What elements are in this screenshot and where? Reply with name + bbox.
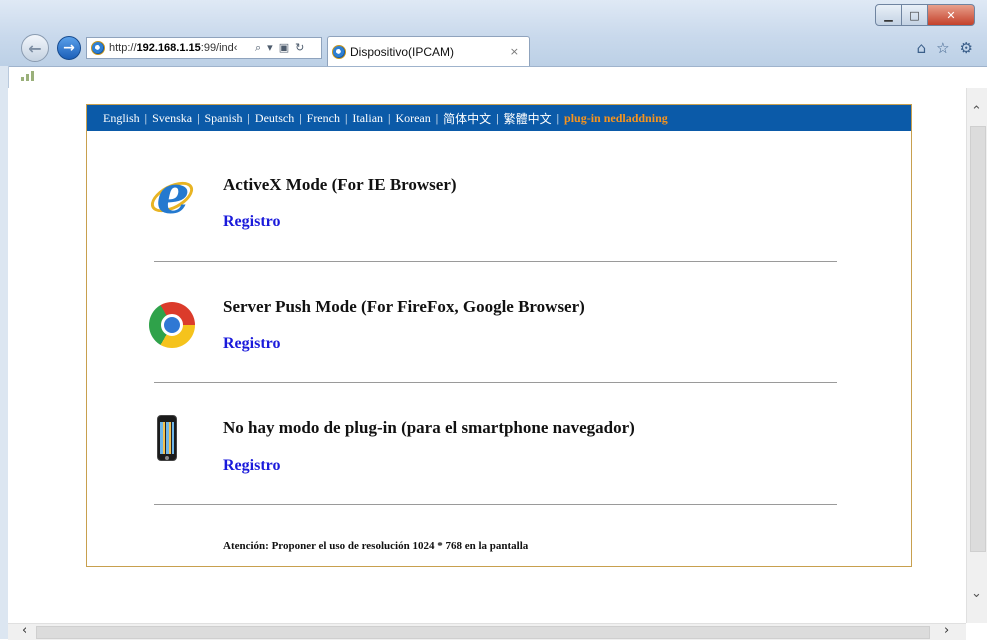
lang-separator: | [556,110,560,125]
lang-italian[interactable]: Italian [352,111,383,126]
internet-explorer-icon: e [146,170,198,222]
scroll-right-icon[interactable]: › [944,623,949,638]
maximize-button[interactable]: □ [902,4,928,26]
server-push-login-link[interactable]: Registro [223,335,280,353]
mode-selection-panel: English | Svenska | Spanish | Deutsch | Fren… [86,104,912,567]
lang-separator: | [388,110,391,125]
language-bar: English | Svenska | Spanish | Deutsch | Fren… [87,105,911,131]
lang-separator: | [496,110,499,125]
vertical-scrollbar[interactable]: ⌃ ⌄ [966,88,987,623]
lang-svenska[interactable]: Svenska [152,111,192,126]
url-rest: :99/ind‹ [200,42,238,54]
refresh-icon[interactable]: ↻ [295,41,304,55]
tab-close-icon[interactable]: × [510,45,519,58]
browser-titlebar: ← → http://192.168.1.15:99/ind‹ ⌕ ▾ ▣ ↻ … [0,0,987,67]
back-button[interactable]: ← [21,34,49,62]
plugin-download-link[interactable]: plug-in nedladdning [564,111,668,126]
horizontal-scrollbar[interactable]: ‹ › [8,623,966,640]
forward-arrow-icon: → [63,40,75,56]
vertical-scroll-thumb[interactable] [970,126,986,552]
lang-separator: | [435,110,439,125]
scroll-left-icon[interactable]: ‹ [22,623,27,638]
lang-separator: | [197,110,200,125]
activex-mode-title: ActiveX Mode (For IE Browser) [223,175,457,194]
search-icon[interactable]: ⌕ [255,41,261,55]
no-plugin-mode-title: No hay modo de plug-in (para el smartpho… [223,418,635,437]
lang-traditional-chinese[interactable]: 繁體中文 [504,110,552,127]
address-bar[interactable]: http://192.168.1.15:99/ind‹ ⌕ ▾ ▣ ↻ [86,37,322,59]
ie-favicon-icon [91,41,105,55]
resolution-notice: Atención: Proponer el uso de resolución … [223,540,529,552]
activex-login-link[interactable]: Registro [223,213,280,231]
dropdown-icon[interactable]: ▾ [267,41,273,55]
lang-deutsch[interactable]: Deutsch [255,111,294,126]
url-prefix: http:// [109,42,137,54]
back-arrow-icon: ← [28,38,42,58]
tab-title: Dispositivo(IPCAM) [350,44,455,59]
compat-view-icon[interactable]: ▣ [279,41,289,55]
window-controls: ▁ □ ✕ [875,4,975,26]
favorites-star-icon[interactable]: ☆ [936,39,949,57]
lang-separator: | [299,110,302,125]
smartphone-icon [157,415,177,461]
settings-gear-icon[interactable]: ⚙ [960,39,973,57]
lang-french[interactable]: French [307,111,340,126]
divider [154,382,837,383]
lang-separator: | [247,110,250,125]
horizontal-scroll-thumb[interactable] [36,626,930,639]
divider [154,261,837,262]
scroll-up-icon[interactable]: ⌃ [971,104,982,119]
lang-simplified-chinese[interactable]: 简体中文 [443,110,491,127]
lang-korean[interactable]: Korean [395,111,430,126]
home-icon[interactable]: ⌂ [917,39,927,57]
no-plugin-login-link[interactable]: Registro [223,457,280,475]
url-text[interactable]: http://192.168.1.15:99/ind‹ [109,42,251,54]
url-host: 192.168.1.15 [136,42,201,54]
close-window-button[interactable]: ✕ [928,4,975,26]
signal-bars-icon [21,71,34,81]
minimize-button[interactable]: ▁ [875,4,902,26]
lang-english[interactable]: English [103,111,140,126]
tab-active[interactable]: Dispositivo(IPCAM) × [327,36,530,66]
forward-button[interactable]: → [57,36,81,60]
tab-favicon-icon [332,44,346,59]
toolbar-right: ⌂ ☆ ⚙ [917,39,973,57]
server-push-mode-title: Server Push Mode (For FireFox, Google Br… [223,297,585,316]
divider [154,504,837,505]
chrome-icon [149,302,195,348]
lang-separator: | [344,110,348,125]
scroll-down-icon[interactable]: ⌄ [971,586,982,601]
lang-separator: | [144,110,148,125]
lang-spanish[interactable]: Spanish [204,111,242,126]
